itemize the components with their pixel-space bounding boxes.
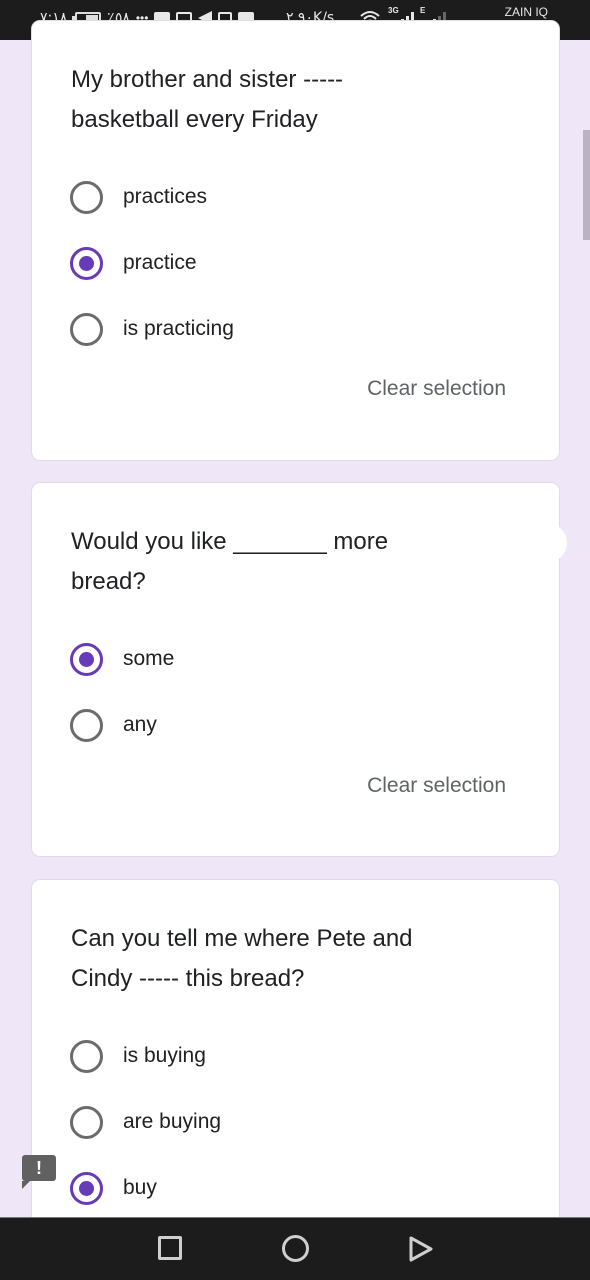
option-radio[interactable]: practice <box>70 245 197 281</box>
scrollbar[interactable] <box>583 130 590 240</box>
question-text: Would you like _______ more bread? <box>71 528 389 595</box>
radio-button[interactable] <box>70 246 103 280</box>
radio-button[interactable] <box>70 1171 103 1205</box>
radio-button[interactable] <box>70 312 103 346</box>
report-icon: ! <box>22 1155 56 1181</box>
radio-button[interactable] <box>70 708 103 742</box>
option-label: practice <box>123 251 197 274</box>
blurred-region <box>432 910 532 970</box>
radio-button[interactable] <box>70 1039 103 1073</box>
option-radio[interactable]: buy <box>70 1170 157 1206</box>
signal-tag: E <box>420 6 426 15</box>
option-label: buy <box>123 1176 157 1199</box>
clear-selection-button[interactable]: Clear selection <box>367 774 506 798</box>
option-radio[interactable]: is buying <box>70 1038 206 1074</box>
question-card: Would you like _______ more bread? some … <box>31 482 567 857</box>
home-button[interactable] <box>282 1235 309 1262</box>
question-text: My brother and sister ----- basketball e… <box>71 66 344 133</box>
option-radio[interactable]: some <box>70 641 174 677</box>
radio-button[interactable] <box>70 180 103 214</box>
radio-button[interactable] <box>70 642 103 676</box>
option-radio[interactable]: are buying <box>70 1104 221 1140</box>
question-card: My brother and sister ----- basketball e… <box>31 20 560 461</box>
back-button[interactable] <box>408 1235 434 1263</box>
option-radio[interactable]: is practicing <box>70 311 234 347</box>
signal-tag: 3G <box>388 6 399 15</box>
question-text: Can you tell me where Pete and Cindy ---… <box>71 925 413 992</box>
report-icon-tail <box>22 1181 30 1189</box>
option-label: is buying <box>123 1044 206 1067</box>
option-label: is practicing <box>123 317 234 340</box>
report-problem-button[interactable]: ! <box>22 1155 56 1189</box>
clear-selection-button[interactable]: Clear selection <box>367 377 506 401</box>
option-label: any <box>123 713 157 736</box>
recent-apps-button[interactable] <box>158 1236 182 1260</box>
option-label: practices <box>123 185 208 208</box>
navigation-bar <box>0 1217 590 1280</box>
option-label: some <box>123 647 175 670</box>
blurred-region <box>437 523 567 563</box>
option-label: are buying <box>123 1110 222 1133</box>
option-radio[interactable]: any <box>70 707 157 743</box>
option-radio[interactable]: practices <box>70 179 207 215</box>
carrier-top: ZAIN IQ <box>504 5 548 19</box>
blurred-region <box>427 51 537 131</box>
radio-button[interactable] <box>70 1105 103 1139</box>
